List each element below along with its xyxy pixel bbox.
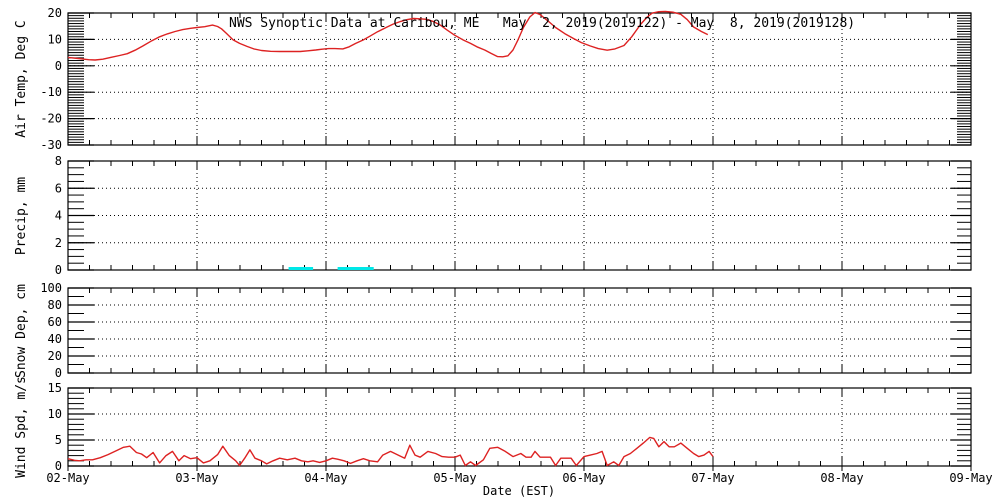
x-tick-label: 09-May [949, 471, 992, 485]
y-tick-label: 10 [48, 32, 62, 46]
y-tick-label: -20 [40, 112, 62, 126]
y-tick-label: -30 [40, 138, 62, 152]
precipitation-bar [337, 267, 374, 270]
x-tick-label: 08-May [820, 471, 863, 485]
x-tick-label: 02-May [46, 471, 89, 485]
y-tick-label: 6 [55, 181, 62, 195]
y-tick-label: 8 [55, 154, 62, 168]
y-tick-label: 100 [40, 281, 62, 295]
y-tick-label: 40 [48, 332, 62, 346]
chart-canvas: 20100-10-20-308642010080604020015105002-… [40, 6, 992, 485]
y-tick-label: 20 [48, 6, 62, 20]
y-tick-label: 2 [55, 236, 62, 250]
x-tick-label: 04-May [304, 471, 347, 485]
y-tick-label: 60 [48, 315, 62, 329]
precipitation-bar [288, 267, 314, 270]
y-tick-label: 0 [55, 366, 62, 380]
y-tick-label: 15 [48, 381, 62, 395]
y-tick-label: 10 [48, 407, 62, 421]
y-tick-label: 20 [48, 349, 62, 363]
chart-title: NWS Synoptic Data at Caribou, ME May 2, … [229, 16, 856, 31]
synoptic-plot-figure: 20 10 0 -10 -20 -30 8 6 4 2 0 100 80 60 40 20 0 15 10 5 0 02-… [0, 0, 1000, 500]
y-tick-label: 0 [55, 59, 62, 73]
y-axis-label-wind-speed: Wind Spd, m/s [14, 376, 29, 478]
y-tick-label: -10 [40, 85, 62, 99]
y-tick-label: 0 [55, 263, 62, 277]
x-tick-label: 06-May [562, 471, 605, 485]
y-axis-label-air-temp: Air Temp, Deg C [14, 20, 29, 138]
y-tick-label: 4 [55, 209, 62, 223]
y-axis-label-snow-depth: Snow Dep, cm [14, 284, 29, 378]
y-tick-label: 80 [48, 298, 62, 312]
y-axis-label-precip: Precip, mm [14, 176, 29, 256]
x-tick-label: 03-May [175, 471, 218, 485]
y-tick-label: 5 [55, 433, 62, 447]
x-tick-label: 05-May [433, 471, 476, 485]
x-axis-label: Date (EST) [482, 484, 556, 498]
x-tick-label: 07-May [691, 471, 734, 485]
